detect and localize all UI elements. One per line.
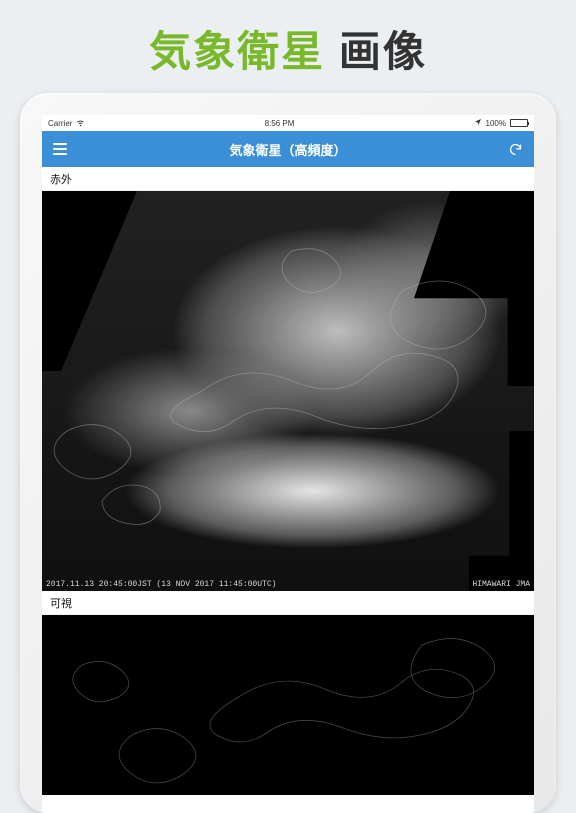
battery-icon bbox=[510, 119, 528, 127]
visible-label: 可視 bbox=[50, 598, 72, 610]
status-time: 8:56 PM bbox=[265, 119, 295, 128]
app-navbar: 気象衛星（高頻度） bbox=[42, 131, 534, 167]
location-icon bbox=[474, 118, 482, 128]
coastline-overlay-2 bbox=[42, 615, 534, 795]
page-heading: 気象衛星 画像 bbox=[0, 0, 576, 93]
visible-satellite-image[interactable] bbox=[42, 615, 534, 795]
image-source: HIMAWARI JMA bbox=[472, 580, 530, 589]
refresh-icon[interactable] bbox=[508, 141, 524, 157]
carrier-label: Carrier bbox=[48, 119, 72, 128]
battery-pct: 100% bbox=[486, 119, 506, 128]
device-screen: Carrier 8:56 PM 100% 気象衛星（高頻度） bbox=[42, 115, 534, 813]
navbar-title: 気象衛星（高頻度） bbox=[229, 140, 346, 159]
heading-plain: 画像 bbox=[325, 28, 427, 75]
heading-accent: 気象衛星 bbox=[149, 28, 325, 75]
section-header-infrared: 赤外 bbox=[42, 167, 534, 191]
section-header-visible: 可視 bbox=[42, 591, 534, 615]
tablet-frame: Carrier 8:56 PM 100% 気象衛星（高頻度） bbox=[20, 93, 556, 813]
ios-status-bar: Carrier 8:56 PM 100% bbox=[42, 115, 534, 131]
infrared-label: 赤外 bbox=[50, 174, 72, 186]
wifi-icon bbox=[76, 118, 85, 129]
infrared-satellite-image[interactable]: 2017.11.13 20:45:00JST (13 NOV 2017 11:4… bbox=[42, 191, 534, 591]
image-timestamp: 2017.11.13 20:45:00JST (13 NOV 2017 11:4… bbox=[46, 580, 276, 589]
coastline-overlay bbox=[42, 191, 534, 591]
menu-icon[interactable] bbox=[52, 141, 68, 157]
